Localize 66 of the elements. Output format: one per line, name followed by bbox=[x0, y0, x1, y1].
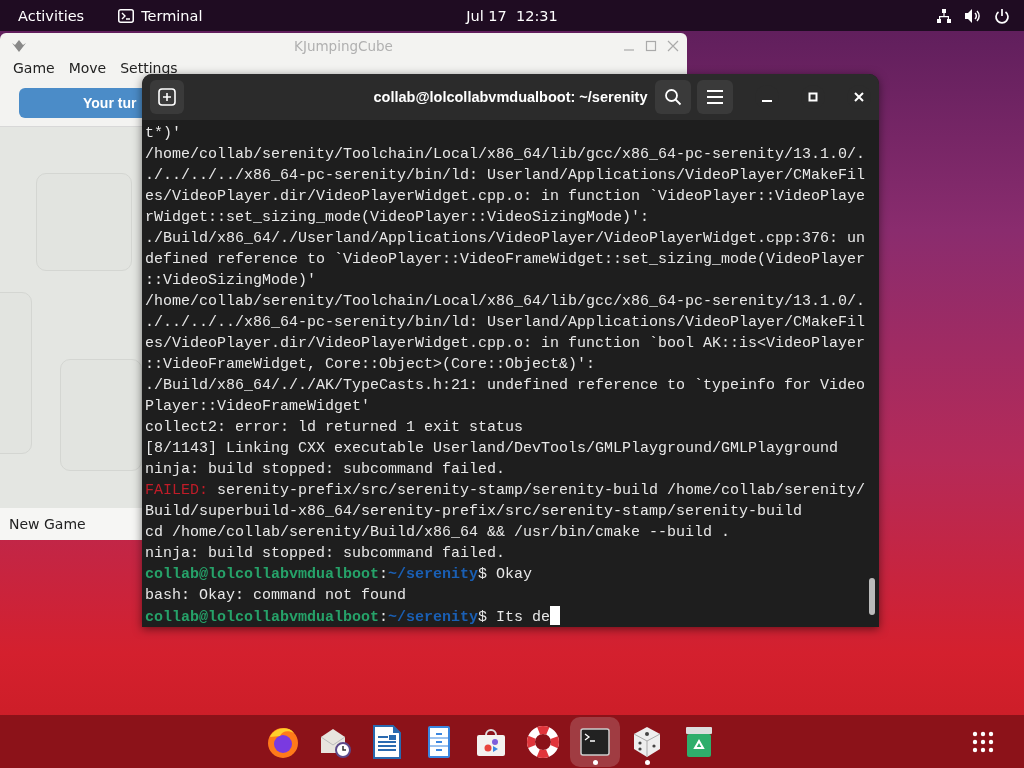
prompt-path: ~/serenity bbox=[388, 566, 479, 583]
new-tab-button[interactable] bbox=[150, 80, 184, 114]
cube-icon bbox=[11, 38, 27, 53]
close-icon bbox=[853, 91, 865, 103]
terminal-line: defined reference to `VideoPlayer::VideoFrameWidget::set_sizing_mode(VideoPlayer bbox=[145, 251, 866, 268]
clock[interactable]: Jul 17 12:31 bbox=[466, 7, 558, 24]
maximize-icon bbox=[807, 91, 819, 103]
terminal-line: rWidget::set_sizing_mode(VideoPlayer::VideoSizingMode)': bbox=[145, 209, 650, 226]
running-dot bbox=[592, 759, 598, 765]
document-icon bbox=[372, 724, 402, 759]
dice-icon bbox=[632, 725, 662, 758]
network-icon[interactable] bbox=[936, 7, 952, 24]
turn-button[interactable]: Your tur bbox=[19, 88, 142, 118]
terminal-line: ninja: build stopped: subcommand failed. bbox=[145, 545, 506, 562]
search-icon bbox=[664, 88, 682, 106]
prompt-separator: : bbox=[379, 609, 389, 626]
cube-tile[interactable] bbox=[60, 359, 142, 471]
terminal-line: ::VideoSizingMode)' bbox=[145, 272, 317, 289]
terminal-line: ./Build/x86_64/././AK/TypeCasts.h:21: undefined reference to `typeinfo for Video bbox=[145, 377, 866, 394]
terminal-line: ./../../../x86_64-pc-serenity/bin/ld: Userland/Applications/VideoPlayer/CMakeFil bbox=[145, 314, 866, 331]
prompt-separator: : bbox=[379, 566, 389, 583]
prompt-user: collab@lolcollabvmdualboot bbox=[145, 566, 380, 583]
terminal-line: Player::VideoFrameWidget' bbox=[145, 398, 371, 415]
terminal-line: [8/1143] Linking CXX executable Userland/DevTools/GMLPlayground/GMLPlayground bbox=[145, 440, 839, 457]
window-title: KJumpingCube bbox=[294, 37, 393, 54]
running-dot bbox=[644, 759, 650, 765]
menu-button[interactable] bbox=[697, 80, 733, 114]
status-text: New Game bbox=[9, 516, 86, 532]
terminal-line: t*)' bbox=[145, 125, 181, 142]
menu-item[interactable]: Move bbox=[68, 60, 107, 78]
terminal-line: cd /home/collab/serenity/Build/x86_64 && /usr/bin/cmake --build . bbox=[145, 524, 731, 541]
prompt-path: ~/serenity bbox=[388, 609, 479, 626]
terminal-line: ::VideoFrameWidget, Core::Object>(Core::Object&)': bbox=[145, 356, 596, 373]
terminal-icon bbox=[118, 8, 135, 23]
command-text: $ Its de bbox=[478, 609, 551, 626]
command-text: $ Okay bbox=[478, 566, 533, 583]
terminal-line: bash: Okay: command not found bbox=[145, 587, 407, 604]
activities-button[interactable]: Activities bbox=[18, 7, 85, 24]
app-menu-label[interactable]: Terminal bbox=[141, 7, 203, 24]
window-title: collab@lolcollabvmdualboot: ~/serenity bbox=[373, 89, 648, 105]
volume-icon[interactable] bbox=[964, 7, 982, 24]
error-label: FAILED: bbox=[145, 482, 208, 499]
terminal-line: /home/collab/serenity/Toolchain/Local/x86_64/lib/gcc/x86_64-pc-serenity/13.1.0/. bbox=[145, 146, 866, 163]
minimize-icon bbox=[762, 100, 772, 102]
lifebuoy-icon bbox=[526, 724, 560, 759]
file-cabinet-icon bbox=[427, 724, 451, 759]
terminal-line: ./../../../x86_64-pc-serenity/bin/ld: Userland/Applications/VideoPlayer/CMakeFil bbox=[145, 167, 866, 184]
terminal-line: ./Build/x86_64/./Userland/Applications/VideoPlayer/VideoPlayerWidget.cpp:376: un bbox=[145, 230, 866, 247]
terminal-line: Build/superbuild-x86_64/serenity-prefix/src/serenity-stamp/serenity-build bbox=[145, 503, 803, 520]
terminal-line: collect2: error: ld returned 1 exit status bbox=[145, 419, 524, 436]
app-grid-icon bbox=[972, 730, 994, 753]
scrollbar-thumb[interactable] bbox=[869, 578, 875, 615]
search-button[interactable] bbox=[655, 80, 691, 114]
plus-icon bbox=[158, 88, 176, 106]
terminal-line: serenity-prefix/src/serenity-stamp/serenity-build /home/collab/serenity/ bbox=[217, 482, 866, 499]
terminal-icon bbox=[580, 726, 610, 757]
prompt-user: collab@lolcollabvmdualboot bbox=[145, 609, 380, 626]
power-icon[interactable] bbox=[994, 7, 1010, 24]
terminal-line: /home/collab/serenity/Toolchain/Local/x86_64/lib/gcc/x86_64-pc-serenity/13.1.0/. bbox=[145, 293, 866, 310]
menu-item[interactable]: Settings bbox=[120, 60, 178, 78]
menu-item[interactable]: Game bbox=[13, 60, 55, 78]
terminal-line: ninja: build stopped: subcommand failed. bbox=[145, 461, 506, 478]
terminal-line: es/VideoPlayer.dir/VideoPlayerWidget.cpp.o: in function `bool AK::is<VideoPlayer bbox=[145, 335, 866, 352]
terminal-line: es/VideoPlayer.dir/VideoPlayerWidget.cpp.o: in function `VideoPlayer::VideoPlaye bbox=[145, 188, 866, 205]
menu-icon bbox=[706, 89, 724, 105]
dock-item[interactable] bbox=[570, 716, 620, 767]
